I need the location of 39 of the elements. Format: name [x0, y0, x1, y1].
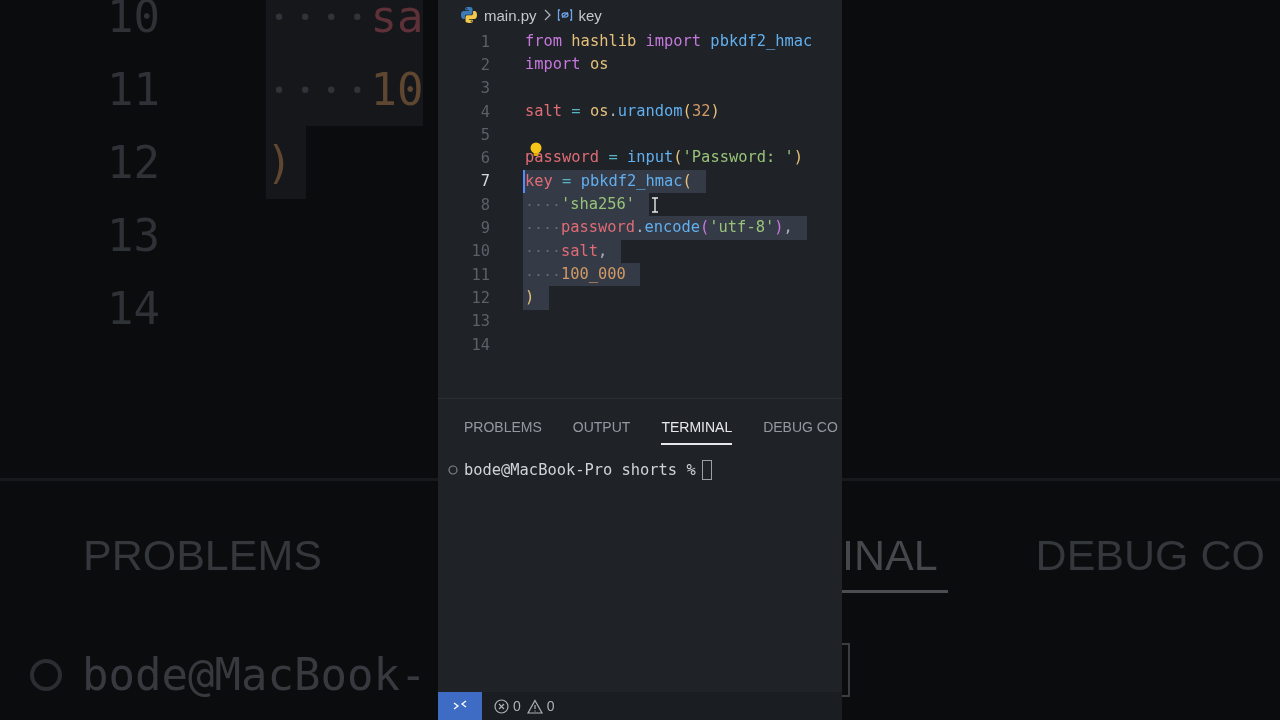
- line-number: 6: [479, 149, 490, 168]
- line-number: 14: [470, 335, 490, 354]
- code-line: from hashlib import pbkdf2_hmac: [524, 31, 813, 52]
- line-number: 12: [470, 288, 490, 307]
- line-number: 5: [479, 125, 490, 144]
- variable-icon: [556, 8, 573, 22]
- line-number: 7: [479, 172, 490, 191]
- error-icon: [494, 698, 509, 714]
- problems-status[interactable]: 0 0: [482, 692, 557, 720]
- warning-count: 0: [546, 698, 555, 714]
- line-number: 8: [479, 195, 490, 214]
- line-number: 4: [479, 102, 490, 121]
- code-line: password = input('Password: '): [523, 146, 804, 170]
- breadcrumb-symbol[interactable]: key: [578, 6, 602, 24]
- line-number: 3: [479, 79, 490, 98]
- panel-tab[interactable]: TERMINAL: [661, 419, 733, 445]
- line-number: 2: [479, 55, 490, 74]
- line-number: 13: [470, 312, 490, 331]
- terminal-prompt: bode@MacBook-Pro shorts %: [464, 461, 696, 479]
- line-number: 11: [470, 265, 490, 284]
- python-logo-icon: [460, 6, 478, 24]
- terminal-cursor: [842, 643, 850, 697]
- panel-tab[interactable]: PROBLEMS: [464, 419, 542, 445]
- breadcrumb-file[interactable]: main.py: [484, 6, 537, 24]
- line-number: 9: [479, 219, 490, 237]
- panel-tab[interactable]: OUTPUT: [572, 419, 631, 445]
- error-count: 0: [513, 698, 521, 714]
- chevron-icon: [542, 9, 551, 21]
- status-circle-icon: [30, 658, 62, 691]
- status-circle-icon: [448, 465, 458, 475]
- code-line: import os: [524, 54, 609, 76]
- line-number: 10: [470, 242, 490, 261]
- code-line: salt = os.urandom(32): [524, 100, 720, 122]
- panel-tab[interactable]: DEBUG CO: [763, 419, 838, 445]
- terminal-cursor: [701, 460, 712, 480]
- warning-icon: [526, 698, 543, 714]
- line-number: 1: [479, 32, 490, 51]
- text-cursor-icon: [651, 196, 660, 213]
- remote-icon: [453, 700, 467, 712]
